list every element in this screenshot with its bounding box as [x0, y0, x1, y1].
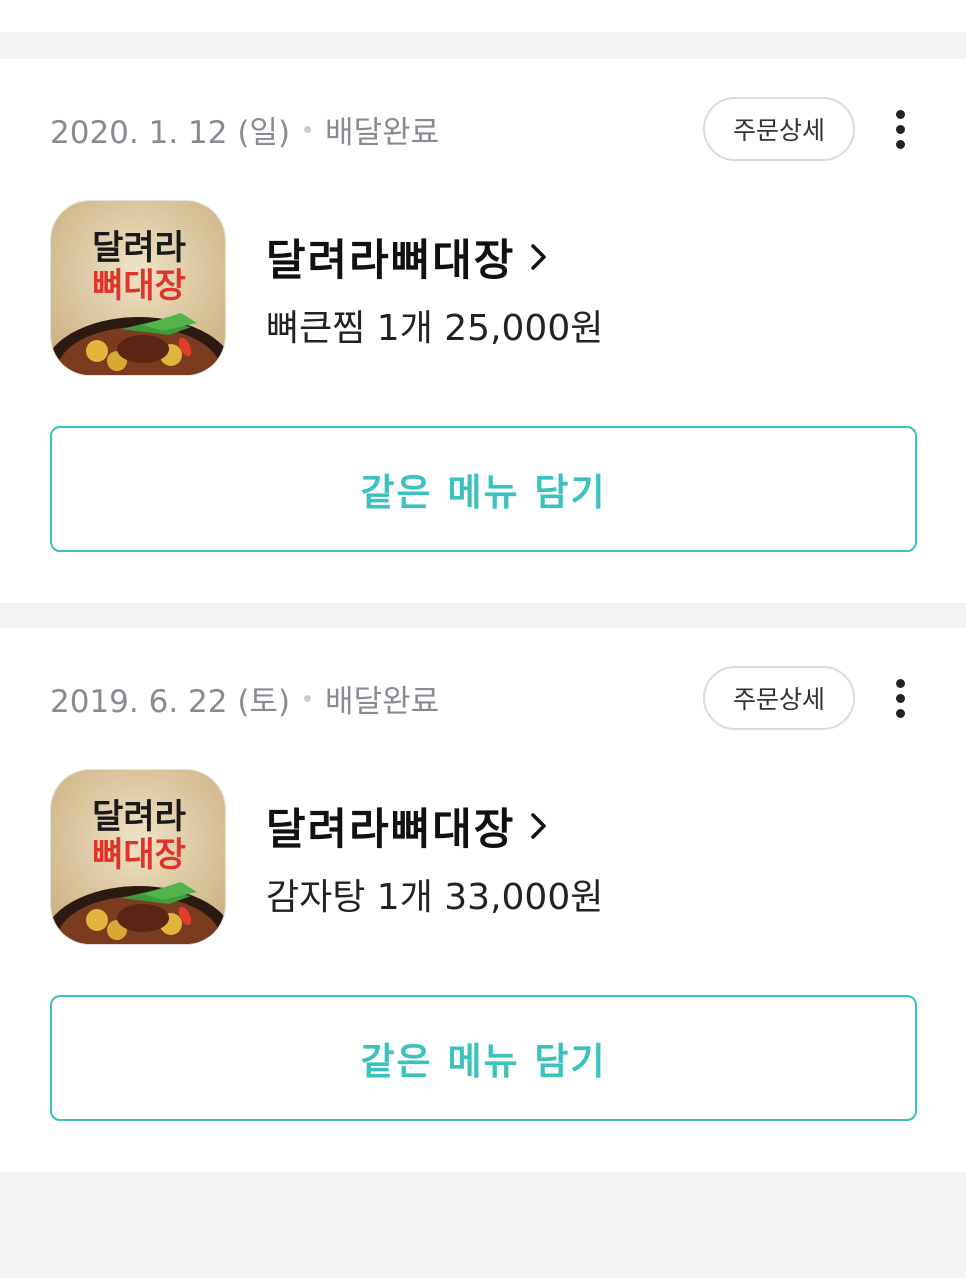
reorder-same-menu-button[interactable]: 같은 메뉴 담기: [50, 995, 917, 1121]
order-meta: 2019. 6. 22 (토) 배달완료: [50, 676, 439, 720]
order-card: 2020. 1. 12 (일) 배달완료 주문상세 달려라 뼈대장 달려라뼈대장…: [0, 59, 966, 603]
more-vertical-icon[interactable]: [880, 672, 920, 724]
order-card: 2019. 6. 22 (토) 배달완료 주문상세 달려라 뼈대장 달려라뼈대장…: [0, 628, 966, 1172]
menu-summary: 감자탕 1개 33,000원: [266, 877, 604, 918]
reorder-same-menu-button[interactable]: 같은 메뉴 담기: [50, 426, 917, 552]
order-detail-button[interactable]: 주문상세: [703, 97, 855, 161]
store-name: 달려라뼈대장: [266, 805, 516, 855]
store-link[interactable]: 달려라뼈대장: [266, 796, 549, 856]
order-status: 배달완료: [325, 683, 440, 720]
store-link[interactable]: 달려라뼈대장: [266, 227, 549, 287]
logo-text-line2: 뼈대장: [92, 835, 186, 875]
logo-text-line1: 달려라: [92, 228, 186, 268]
order-date: 2020. 1. 12 (일): [50, 114, 291, 151]
more-vertical-icon[interactable]: [880, 103, 920, 155]
store-logo-image: 달려라 뼈대장: [51, 770, 225, 944]
order-detail-button[interactable]: 주문상세: [703, 666, 855, 730]
chevron-right-icon: [531, 244, 547, 270]
separator-dot-icon: [304, 694, 312, 702]
store-logo-image: 달려라 뼈대장: [51, 201, 225, 375]
top-strip: [0, 0, 966, 32]
logo-text-line1: 달려라: [92, 797, 186, 837]
order-status: 배달완료: [325, 114, 440, 151]
store-thumbnail[interactable]: 달려라 뼈대장: [50, 769, 226, 945]
store-name: 달려라뼈대장: [266, 236, 516, 286]
order-meta: 2020. 1. 12 (일) 배달완료: [50, 107, 439, 151]
chevron-right-icon: [531, 813, 547, 839]
order-date: 2019. 6. 22 (토): [50, 683, 291, 720]
store-thumbnail[interactable]: 달려라 뼈대장: [50, 200, 226, 376]
separator-dot-icon: [304, 125, 312, 133]
menu-summary: 뼈큰찜 1개 25,000원: [266, 308, 604, 349]
logo-text-line2: 뼈대장: [92, 266, 186, 306]
